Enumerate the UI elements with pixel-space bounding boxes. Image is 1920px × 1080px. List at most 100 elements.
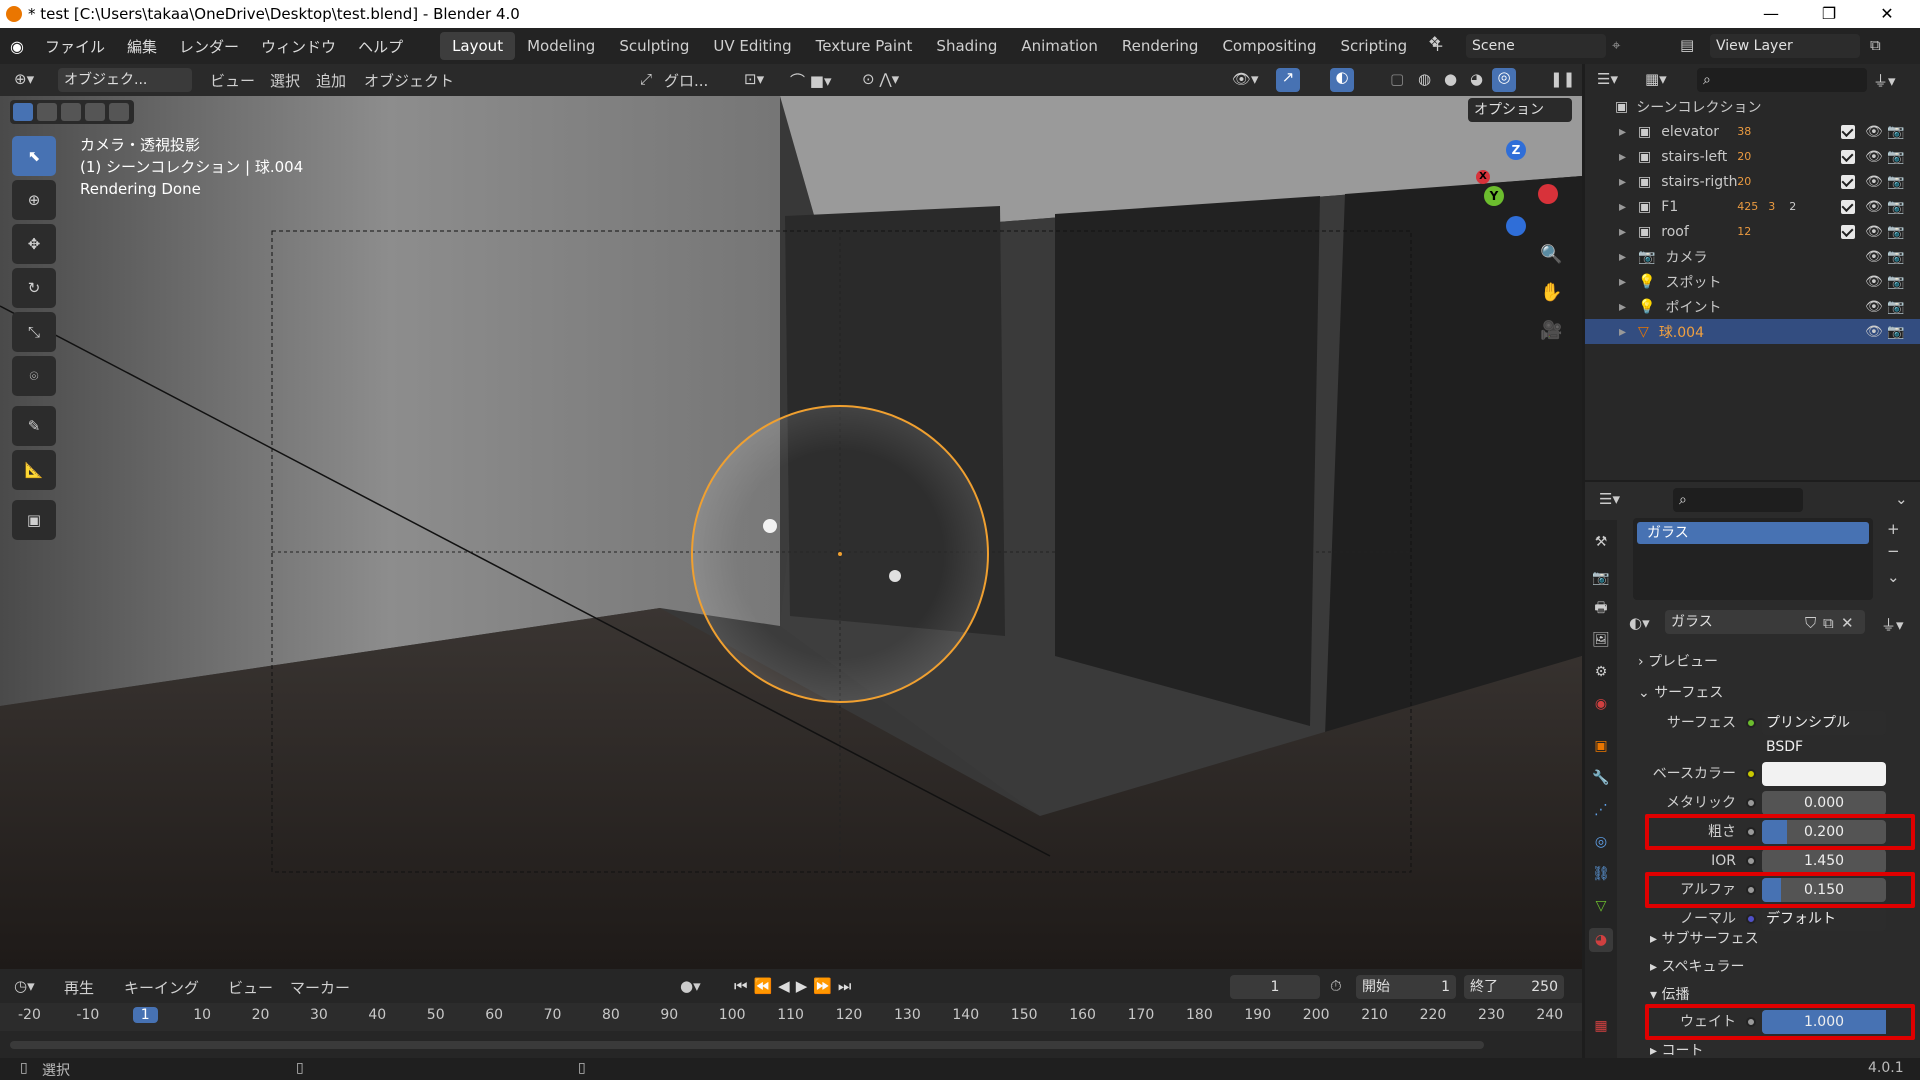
tool-rotate[interactable]: ↻ xyxy=(12,268,56,308)
subsurface-section-header[interactable]: ▸ サブサーフェス xyxy=(1650,928,1759,948)
gizmo-neg-z[interactable] xyxy=(1506,216,1526,236)
expand-arrow-icon[interactable]: ▸ xyxy=(1619,224,1626,240)
specular-section-header[interactable]: ▸ スペキュラー xyxy=(1650,956,1745,976)
tab-scene-icon[interactable]: ⚙ xyxy=(1589,660,1613,684)
gizmo-z-axis[interactable]: Z xyxy=(1506,140,1526,160)
material-value-field[interactable]: 1.450 xyxy=(1762,849,1886,873)
expand-arrow-icon[interactable]: ▸ xyxy=(1619,324,1626,340)
tab-rendering[interactable]: Rendering xyxy=(1110,32,1211,60)
eye-icon[interactable]: 👁 xyxy=(1865,274,1883,290)
menu-object[interactable]: オブジェクト xyxy=(364,70,454,91)
menu-view[interactable]: ビュー xyxy=(210,70,255,91)
fake-user-icon[interactable]: ⛉ xyxy=(1805,614,1816,632)
snap-icon[interactable]: ⌒ ■▾ xyxy=(790,70,831,91)
gizmo-x-axis[interactable]: X xyxy=(1476,170,1490,184)
exclude-checkbox[interactable] xyxy=(1841,224,1855,239)
overlay-toggle-icon[interactable]: ◐ xyxy=(1330,68,1354,92)
render-camera-icon[interactable]: 📷 xyxy=(1887,274,1904,290)
scene-pin-icon[interactable]: ⌖ xyxy=(1612,36,1620,54)
tab-physics-icon[interactable]: ◎ xyxy=(1589,830,1613,854)
tab-tool-icon[interactable]: ⚒ xyxy=(1589,530,1613,554)
expand-arrow-icon[interactable]: ▸ xyxy=(1619,249,1626,265)
eye-icon[interactable]: 👁 xyxy=(1865,249,1883,265)
menu-marker[interactable]: マーカー xyxy=(290,977,350,998)
exclude-checkbox[interactable] xyxy=(1841,174,1855,189)
tool-transform[interactable]: ⌾ xyxy=(12,356,56,396)
pause-render-icon[interactable]: ❚❚ xyxy=(1550,70,1575,88)
end-frame-field[interactable]: 終了 250 xyxy=(1464,975,1564,999)
expand-arrow-icon[interactable]: ▸ xyxy=(1619,199,1626,215)
tab-scripting[interactable]: Scripting xyxy=(1328,32,1419,60)
eye-icon[interactable]: 👁 xyxy=(1865,174,1883,190)
tab-view-layer-icon[interactable]: 🖼 xyxy=(1589,628,1613,652)
menu-file[interactable]: ファイル xyxy=(34,36,116,57)
render-camera-icon[interactable]: 📷 xyxy=(1887,174,1904,190)
tab-constraints-icon[interactable]: ⛓ xyxy=(1589,862,1613,886)
expand-arrow-icon[interactable]: ▸ xyxy=(1619,299,1626,315)
properties-editor-icon[interactable]: ☰▾ xyxy=(1599,490,1620,508)
duplicate-material-icon[interactable]: ⧉ xyxy=(1823,614,1834,632)
surface-section-header[interactable]: ⌄ サーフェス xyxy=(1638,682,1723,702)
preview-section-header[interactable]: › プレビュー xyxy=(1638,651,1718,671)
menu-add[interactable]: 追加 xyxy=(316,70,346,91)
tab-animation[interactable]: Animation xyxy=(1009,32,1109,60)
menu-render[interactable]: レンダー xyxy=(168,36,250,57)
rendered-shading-icon[interactable]: ◎ xyxy=(1492,68,1516,92)
pivot-icon[interactable]: ⊡▾ xyxy=(744,70,764,88)
wireframe-shading-icon[interactable]: ◍ xyxy=(1418,70,1431,88)
tab-compositing[interactable]: Compositing xyxy=(1210,32,1328,60)
tool-scale[interactable]: ⤡ xyxy=(12,312,56,352)
tab-modifier-icon[interactable]: 🔧 xyxy=(1589,766,1613,790)
tab-layout[interactable]: Layout xyxy=(440,32,516,60)
select-invert-icon[interactable] xyxy=(85,103,105,121)
tab-sculpting[interactable]: Sculpting xyxy=(607,32,701,60)
zoom-icon[interactable]: 🔍 xyxy=(1540,244,1562,265)
outliner-item[interactable]: ▸ ▣ stairs-left 20 👁 📷 xyxy=(1585,144,1920,169)
options-dropdown[interactable]: オプション xyxy=(1468,98,1572,122)
add-slot-icon[interactable]: + xyxy=(1887,520,1900,538)
menu-select[interactable]: 選択 xyxy=(270,70,300,91)
outliner-editor-icon[interactable]: ☰▾ xyxy=(1597,70,1618,88)
select-subtract-icon[interactable] xyxy=(61,103,81,121)
filter-icon[interactable]: ⏚▾ xyxy=(1873,70,1896,91)
maximize-button[interactable]: ❐ xyxy=(1800,0,1858,28)
gizmo-toggle-icon[interactable]: ↗ xyxy=(1276,68,1300,92)
gizmo-y-axis[interactable]: Y xyxy=(1484,186,1504,206)
blender-menu-icon[interactable]: ◉ xyxy=(0,37,34,56)
record-icon[interactable]: ●▾ xyxy=(680,977,701,995)
outliner-item[interactable]: ▸ 💡 スポット 👁 📷 xyxy=(1585,269,1920,294)
outliner-item[interactable]: ▸ ▣ F1 425 3 2 👁 📷 xyxy=(1585,194,1920,219)
expand-arrow-icon[interactable]: ▸ xyxy=(1619,274,1626,290)
exclude-checkbox[interactable] xyxy=(1841,149,1855,164)
camera-view-icon[interactable]: 🎥 xyxy=(1540,320,1562,341)
outliner-item[interactable]: ▸ ▣ roof 12 👁 📷 xyxy=(1585,219,1920,244)
tab-shading[interactable]: Shading xyxy=(924,32,1009,60)
tool-cursor[interactable]: ⊕ xyxy=(12,180,56,220)
close-button[interactable]: ✕ xyxy=(1858,0,1916,28)
tool-measure[interactable]: 📐 xyxy=(12,450,56,490)
menu-timeline-view[interactable]: ビュー xyxy=(228,977,273,998)
material-browse-icon[interactable]: ◐▾ xyxy=(1629,614,1650,632)
outliner-search-input[interactable]: ⌕ xyxy=(1697,68,1867,92)
tool-annotate[interactable]: ✎ xyxy=(12,406,56,446)
material-value-field[interactable]: 0.000 xyxy=(1762,791,1886,815)
outliner-item[interactable]: ▸ ▣ elevator 38 👁 📷 xyxy=(1585,119,1920,144)
menu-edit[interactable]: 編集 xyxy=(116,36,168,57)
minimize-button[interactable]: — xyxy=(1742,0,1800,28)
tab-uv-editing[interactable]: UV Editing xyxy=(701,32,803,60)
menu-window[interactable]: ウィンドウ xyxy=(250,36,347,57)
select-new-icon[interactable] xyxy=(13,103,33,121)
current-frame-field[interactable]: 1 xyxy=(1230,975,1320,999)
tab-object-icon[interactable]: ▣ xyxy=(1589,734,1613,758)
select-intersect-icon[interactable] xyxy=(109,103,129,121)
eye-icon[interactable]: 👁 xyxy=(1865,124,1883,140)
properties-options-icon[interactable]: ⌄ xyxy=(1895,490,1908,508)
render-camera-icon[interactable]: 📷 xyxy=(1887,249,1904,265)
solid-shading-icon[interactable]: ● xyxy=(1444,70,1457,88)
render-camera-icon[interactable]: 📷 xyxy=(1887,299,1904,315)
view-layer-icon[interactable]: ▤ xyxy=(1680,36,1694,54)
exclude-checkbox[interactable] xyxy=(1841,199,1855,214)
coat-section-header[interactable]: ▸ コート xyxy=(1650,1040,1703,1060)
render-camera-icon[interactable]: 📷 xyxy=(1887,124,1904,140)
tab-render-icon[interactable]: 📷 xyxy=(1589,566,1613,590)
